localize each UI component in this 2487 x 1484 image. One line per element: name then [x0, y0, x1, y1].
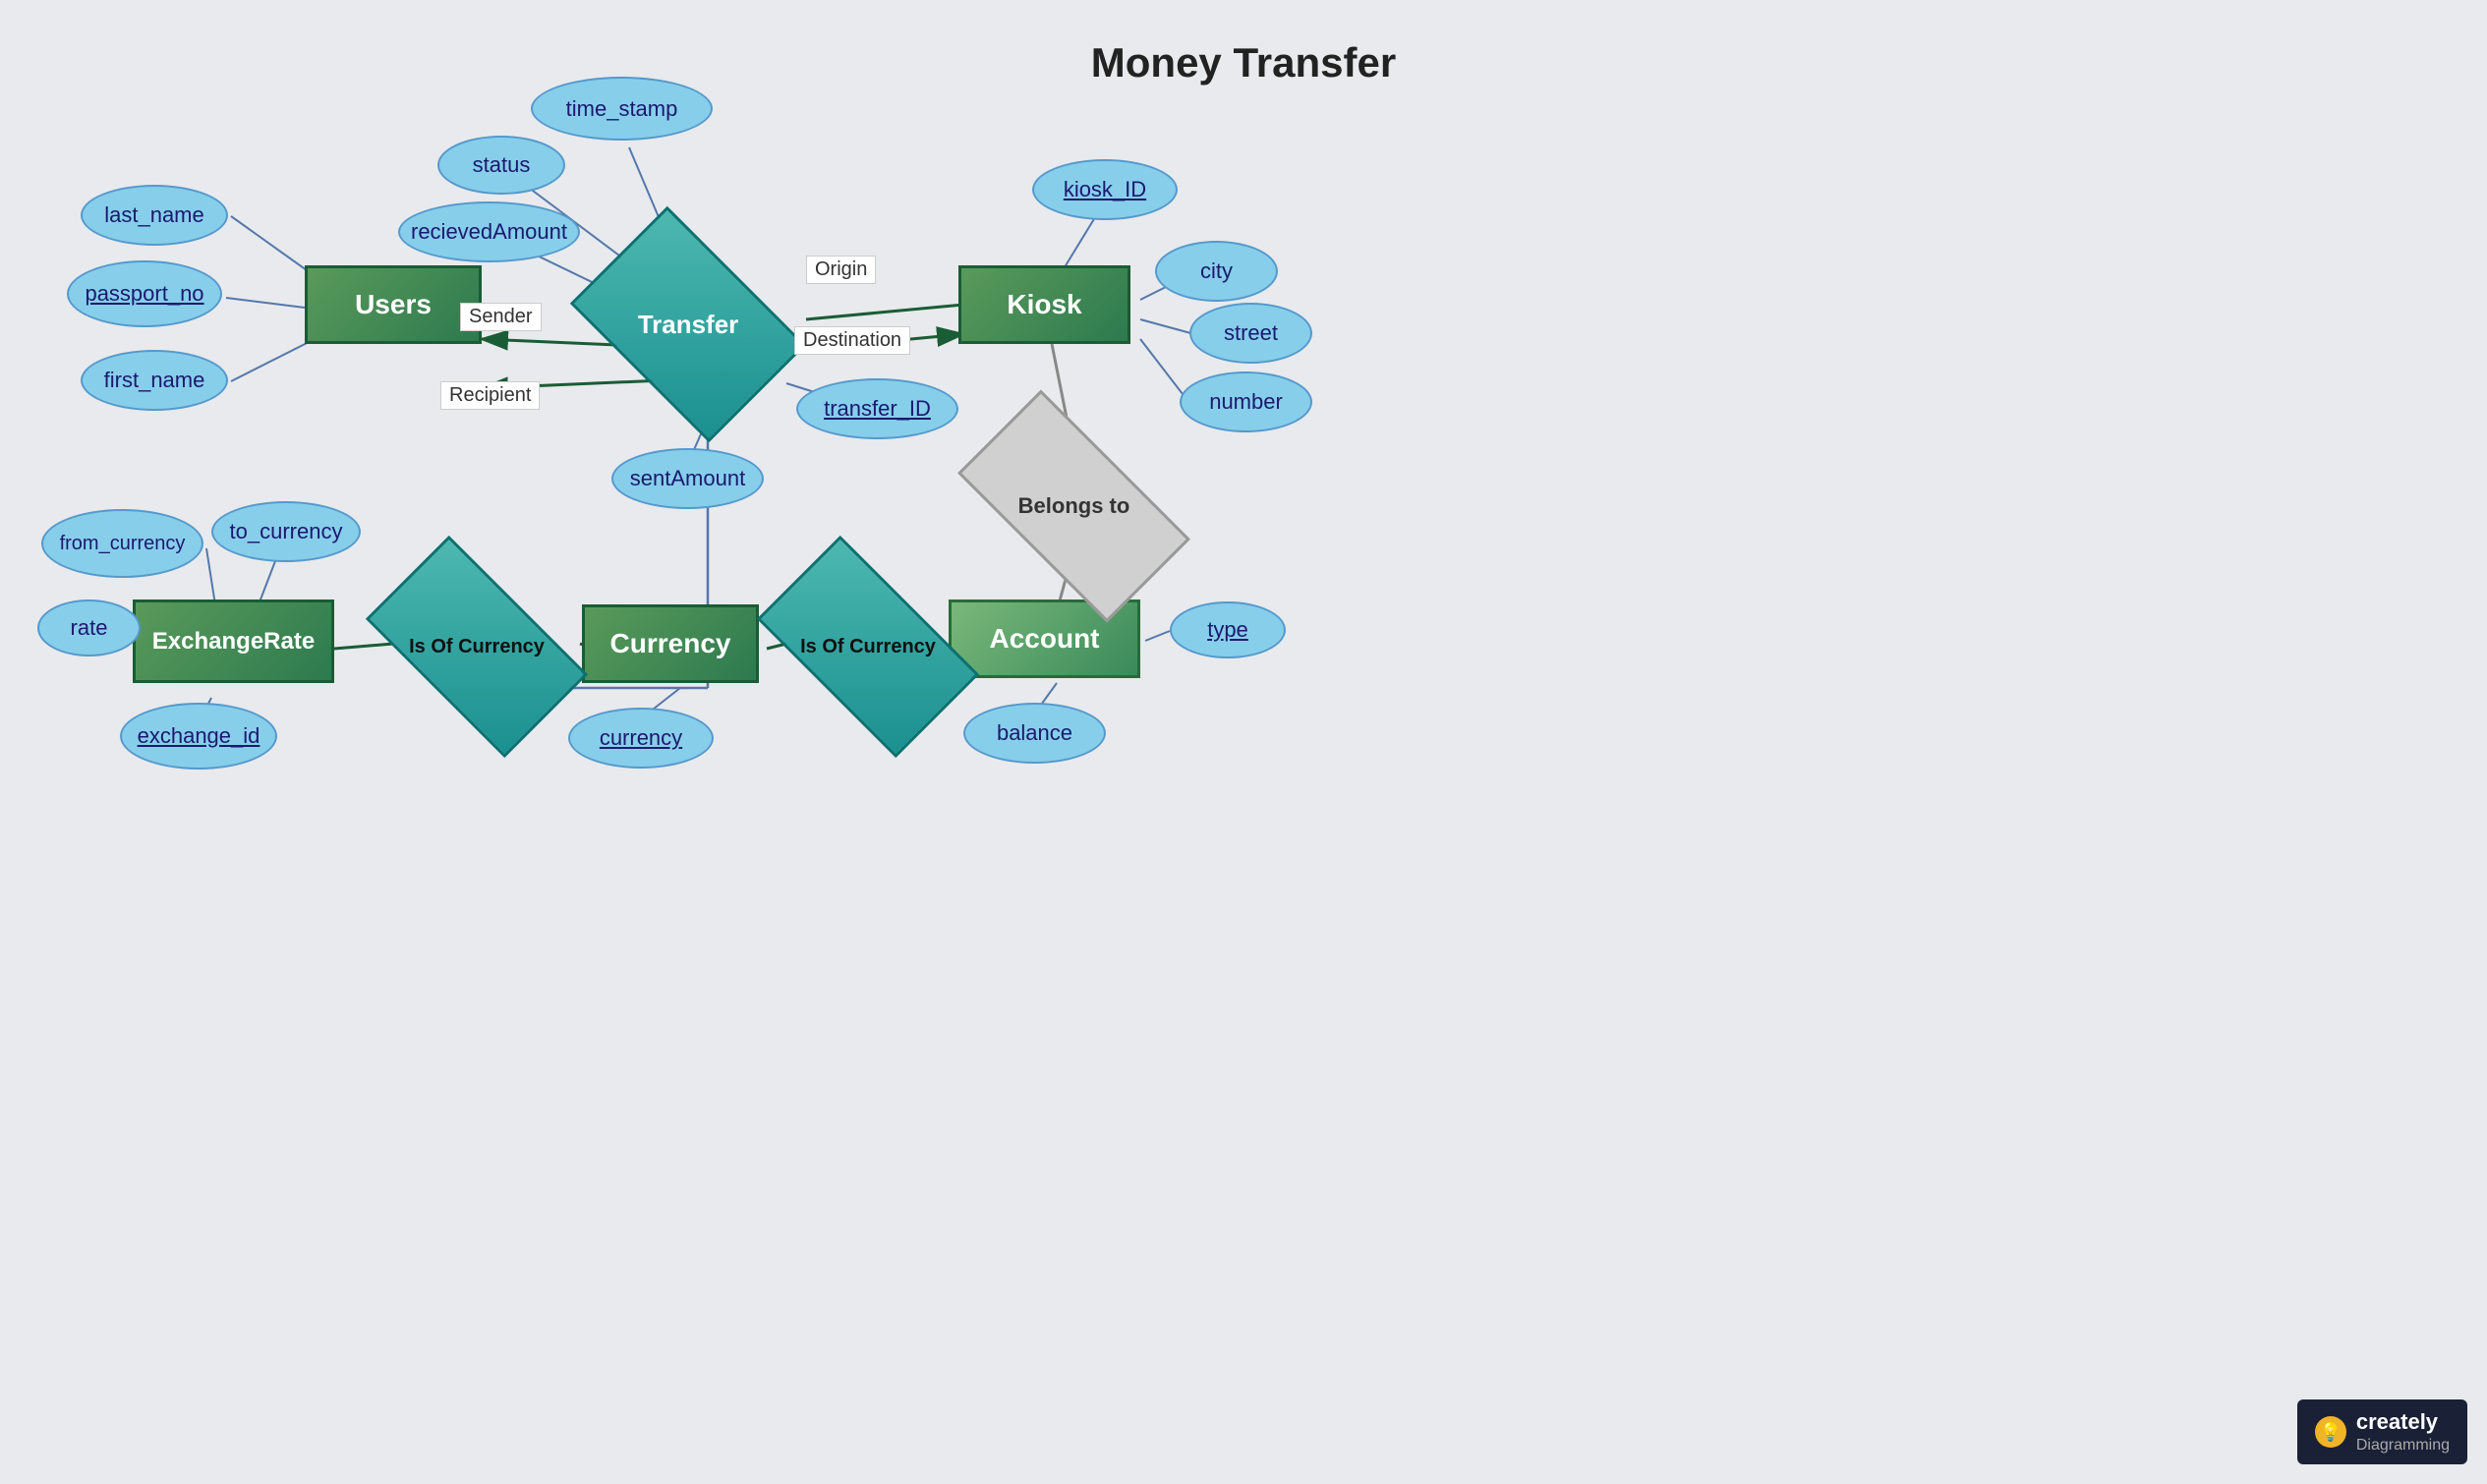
- attribute-type: type: [1170, 601, 1286, 658]
- relationship-transfer[interactable]: Transfer: [590, 256, 786, 393]
- attribute-first-name: first_name: [81, 350, 228, 411]
- relationship-isofcurrency-right[interactable]: Is Of Currency: [770, 588, 966, 706]
- diagram-container: Money Transfer: [0, 0, 2487, 1484]
- watermark: 💡 creately Diagramming: [2297, 1399, 2467, 1464]
- diagram-lines: [0, 0, 2487, 1484]
- attribute-exchange-id: exchange_id: [120, 703, 277, 770]
- role-label-destination: Destination: [794, 326, 910, 355]
- watermark-icon: 💡: [2315, 1416, 2346, 1448]
- role-label-recipient: Recipient: [440, 381, 540, 410]
- attribute-from-currency: from_currency: [41, 509, 203, 578]
- attribute-time-stamp: time_stamp: [531, 77, 713, 141]
- relationship-belongs-to[interactable]: Belongs to: [968, 447, 1180, 565]
- watermark-text: creately Diagramming: [2356, 1409, 2450, 1455]
- role-label-sender: Sender: [460, 303, 542, 331]
- attribute-balance: balance: [963, 703, 1106, 764]
- attribute-passport-no: passport_no: [67, 260, 222, 327]
- attribute-last-name: last_name: [81, 185, 228, 246]
- entity-kiosk[interactable]: Kiosk: [958, 265, 1130, 344]
- entity-exchangerate[interactable]: ExchangeRate: [133, 599, 334, 683]
- attribute-city: city: [1155, 241, 1278, 302]
- entity-users[interactable]: Users: [305, 265, 482, 344]
- attribute-rate: rate: [37, 599, 141, 656]
- role-label-origin: Origin: [806, 256, 876, 284]
- attribute-kiosk-id: kiosk_ID: [1032, 159, 1178, 220]
- attribute-sent-amount: sentAmount: [611, 448, 764, 509]
- attribute-street: street: [1189, 303, 1312, 364]
- attribute-received-amount: recievedAmount: [398, 201, 580, 262]
- attribute-to-currency: to_currency: [211, 501, 361, 562]
- attribute-status: status: [437, 136, 565, 195]
- attribute-currency: currency: [568, 708, 714, 769]
- attribute-number: number: [1180, 371, 1312, 432]
- relationship-isofcurrency-left[interactable]: Is Of Currency: [378, 588, 575, 706]
- entity-currency[interactable]: Currency: [582, 604, 759, 683]
- attribute-transfer-id: transfer_ID: [796, 378, 958, 439]
